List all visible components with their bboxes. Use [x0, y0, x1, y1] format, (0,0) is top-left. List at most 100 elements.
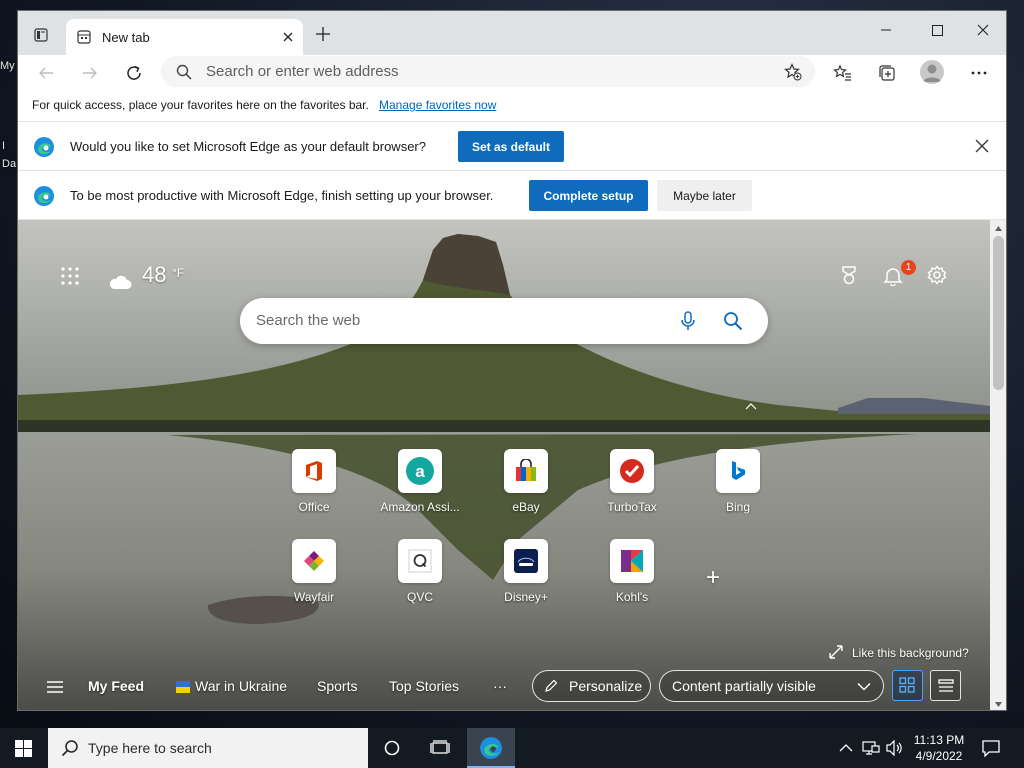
quick-link-label: Wayfair — [293, 590, 335, 604]
new-tab-button[interactable] — [315, 26, 331, 42]
refresh-icon[interactable] — [125, 64, 143, 82]
quick-link-qvc[interactable]: QVC — [377, 539, 463, 609]
notifications-bell-icon[interactable] — [883, 266, 903, 286]
quick-link-office[interactable]: Office — [271, 449, 357, 519]
close-infobar-icon[interactable] — [975, 139, 989, 153]
chevron-up-icon[interactable] — [745, 402, 757, 410]
svg-text:a: a — [415, 462, 425, 481]
default-browser-message: Would you like to set Microsoft Edge as … — [70, 139, 426, 154]
top-stories-tab[interactable]: Top Stories — [389, 678, 459, 694]
quick-link-bing[interactable]: Bing — [695, 449, 781, 519]
system-clock[interactable]: 11:13 PM 4/9/2022 — [900, 732, 978, 764]
maximize-button[interactable] — [922, 17, 952, 43]
taskbar: Type here to search 11:13 PM 4/9/2022 — [0, 728, 1024, 768]
page-scrollbar[interactable] — [990, 220, 1006, 710]
setup-infobar: To be most productive with Microsoft Edg… — [18, 171, 1006, 220]
microphone-icon[interactable] — [680, 311, 696, 331]
task-view-icon[interactable] — [430, 740, 450, 756]
scroll-down-arrow-icon[interactable] — [994, 700, 1003, 709]
desktop-icon-label[interactable]: My — [0, 60, 18, 72]
new-tab-page: 48 °F 1 Search the web Office a Amazon A… — [18, 220, 990, 710]
search-icon[interactable] — [723, 311, 743, 331]
edge-logo-icon — [33, 136, 55, 158]
feed-navigation-bar: My Feed War in Ukraine Sports Top Storie… — [18, 661, 990, 710]
add-favorite-icon[interactable] — [784, 63, 802, 81]
personalize-button[interactable]: Personalize — [532, 670, 651, 702]
cortana-icon[interactable] — [384, 740, 400, 756]
network-icon[interactable] — [862, 740, 880, 756]
close-tab-icon[interactable] — [280, 29, 296, 45]
favorites-bar-message: For quick access, place your favorites h… — [32, 98, 369, 112]
maybe-later-button[interactable]: Maybe later — [657, 180, 752, 211]
like-background-link[interactable]: Like this background? — [852, 646, 969, 660]
add-quick-link-button[interactable]: + — [706, 566, 720, 590]
ukraine-flag-icon — [176, 681, 190, 693]
quick-link-disney-plus[interactable]: Disney+ — [483, 539, 569, 609]
office-icon — [292, 449, 336, 493]
content-visibility-dropdown[interactable]: Content partially visible — [659, 670, 884, 702]
sports-tab[interactable]: Sports — [317, 678, 357, 694]
war-in-ukraine-tab[interactable]: War in Ukraine — [195, 678, 287, 694]
tab-title: New tab — [102, 30, 150, 45]
grid-layout-button[interactable] — [892, 670, 923, 701]
web-search-placeholder: Search the web — [256, 312, 361, 329]
more-topics-button[interactable]: ··· — [493, 678, 507, 694]
quick-link-ebay[interactable]: eBay — [483, 449, 569, 519]
qvc-icon — [398, 539, 442, 583]
setup-message: To be most productive with Microsoft Edg… — [70, 188, 494, 203]
default-browser-infobar: Would you like to set Microsoft Edge as … — [18, 122, 1006, 171]
search-icon — [176, 64, 192, 80]
pencil-icon — [544, 679, 558, 693]
favorites-bar: For quick access, place your favorites h… — [18, 91, 1006, 122]
favorites-icon[interactable] — [833, 63, 853, 83]
windows-start-icon[interactable] — [15, 740, 32, 757]
web-search-box[interactable]: Search the web — [240, 298, 768, 344]
hamburger-menu-icon[interactable] — [46, 680, 64, 694]
ebay-icon — [504, 449, 548, 493]
collections-icon[interactable] — [877, 63, 897, 83]
forward-arrow-icon[interactable] — [81, 64, 99, 82]
quick-link-wayfair[interactable]: Wayfair — [271, 539, 357, 609]
quick-link-amazon-assistant[interactable]: a Amazon Assi... — [377, 449, 463, 519]
profile-avatar[interactable] — [920, 60, 944, 84]
bing-icon — [716, 449, 760, 493]
settings-and-more-icon[interactable] — [969, 63, 989, 83]
manage-favorites-link[interactable]: Manage favorites now — [379, 98, 496, 112]
page-settings-gear-icon[interactable] — [927, 265, 947, 285]
show-hidden-icons-chevron-icon[interactable] — [839, 743, 853, 752]
wayfair-icon — [292, 539, 336, 583]
notification-center-icon[interactable] — [982, 739, 1000, 757]
expand-arrows-icon — [829, 645, 843, 659]
scrollbar-thumb[interactable] — [993, 236, 1004, 390]
my-feed-tab[interactable]: My Feed — [88, 678, 144, 694]
quick-link-turbotax[interactable]: TurboTax — [589, 449, 675, 519]
quick-link-label: Disney+ — [504, 590, 548, 604]
quick-link-kohls[interactable]: Kohl's — [589, 539, 675, 609]
minimize-button[interactable] — [871, 17, 901, 43]
taskbar-search-placeholder: Type here to search — [88, 740, 212, 756]
tab-actions-icon[interactable] — [34, 28, 48, 42]
content-visibility-label: Content partially visible — [672, 678, 816, 694]
taskbar-edge-button[interactable] — [467, 728, 515, 768]
address-bar[interactable]: Search or enter web address — [161, 56, 815, 87]
grid-view-icon — [899, 677, 915, 693]
edge-logo-icon — [33, 185, 55, 207]
title-bar: New tab — [18, 11, 1006, 55]
amazon-assistant-icon: a — [398, 449, 442, 493]
toolbar: Search or enter web address — [18, 55, 1006, 91]
list-view-icon — [938, 679, 954, 693]
rewards-icon[interactable] — [839, 265, 859, 285]
list-layout-button[interactable] — [930, 670, 961, 701]
tab-new-tab[interactable]: New tab — [66, 19, 303, 55]
scroll-up-arrow-icon[interactable] — [994, 224, 1003, 233]
personalize-label: Personalize — [569, 678, 643, 694]
quick-link-label: Office — [298, 500, 330, 514]
back-arrow-icon[interactable] — [37, 64, 55, 82]
complete-setup-button[interactable]: Complete setup — [529, 180, 648, 211]
kohls-icon — [610, 539, 654, 583]
close-window-button[interactable] — [968, 17, 998, 43]
set-as-default-button[interactable]: Set as default — [458, 131, 564, 162]
app-launcher-icon[interactable] — [60, 266, 80, 286]
taskbar-search-box[interactable]: Type here to search — [48, 728, 368, 768]
weather-temperature[interactable]: 48 — [142, 262, 166, 288]
